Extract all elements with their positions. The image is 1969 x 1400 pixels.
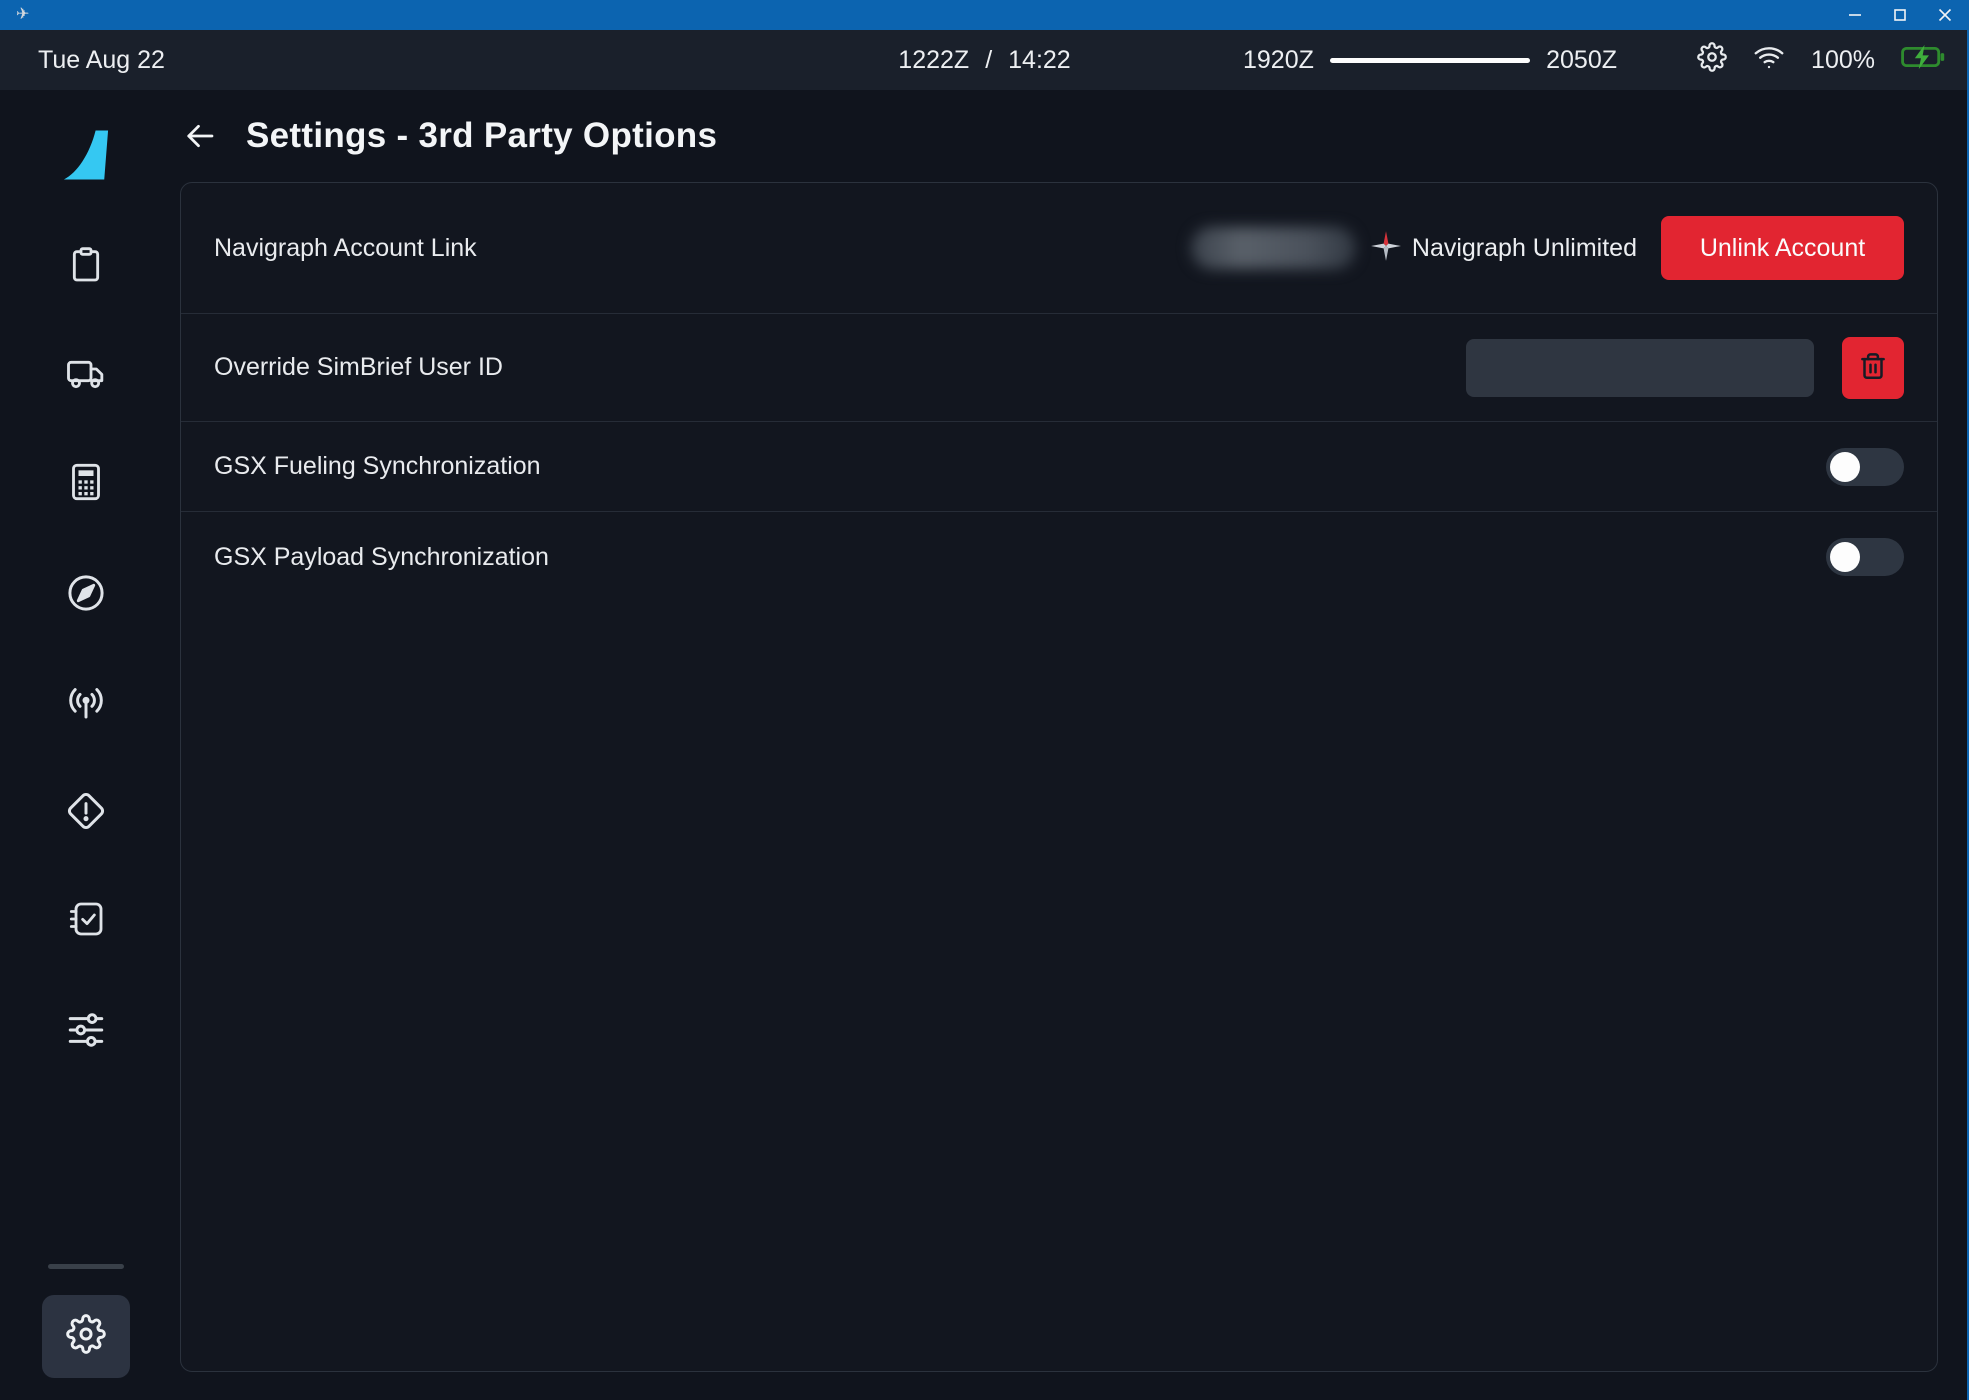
row-gsx-fueling: GSX Fueling Synchronization xyxy=(181,422,1937,512)
gsx-fueling-toggle[interactable] xyxy=(1826,448,1904,486)
flight-progress-bar xyxy=(1330,58,1530,63)
local-time: 14:22 xyxy=(1008,46,1071,74)
notebook-check-icon xyxy=(66,899,106,939)
departure-time: 1920Z xyxy=(1243,46,1314,75)
flight-progress: 1920Z 2050Z xyxy=(1243,30,1617,90)
back-button[interactable] xyxy=(180,116,220,156)
app-icon: ✈ xyxy=(16,4,29,26)
alert-diamond-icon xyxy=(65,790,107,832)
gsx-payload-toggle[interactable] xyxy=(1826,538,1904,576)
sidebar-item-ground-services[interactable] xyxy=(64,352,108,396)
row-label: Override SimBrief User ID xyxy=(214,353,503,382)
row-gsx-payload: GSX Payload Synchronization xyxy=(181,512,1937,602)
compass-icon xyxy=(65,572,107,614)
sidebar-item-navigation[interactable] xyxy=(64,571,108,615)
row-label: Navigraph Account Link xyxy=(214,234,477,263)
sidebar-item-checklist[interactable] xyxy=(64,897,108,941)
gear-icon xyxy=(66,1314,106,1359)
sidebar-divider xyxy=(48,1264,124,1269)
broadcast-icon xyxy=(65,682,107,724)
app-window: ✈ Tue Aug 22 1222Z/14:22 1920Z 2050Z xyxy=(0,0,1969,1400)
row-label: GSX Fueling Synchronization xyxy=(214,452,541,481)
minimize-button[interactable] xyxy=(1832,0,1877,30)
gear-icon[interactable] xyxy=(1697,42,1727,79)
trash-icon xyxy=(1858,351,1888,384)
clear-simbrief-button[interactable] xyxy=(1842,337,1904,399)
sidebar-item-flight-plan[interactable] xyxy=(64,243,108,287)
battery-charging-icon xyxy=(1901,44,1945,77)
arrival-time: 2050Z xyxy=(1546,46,1617,75)
unlink-account-button[interactable]: Unlink Account xyxy=(1661,216,1904,280)
airline-tail-logo xyxy=(62,127,110,183)
navigraph-logo-icon xyxy=(1370,230,1402,267)
time-separator: / xyxy=(985,46,992,74)
titlebar[interactable]: ✈ xyxy=(0,0,1969,30)
sidebar-item-radio[interactable] xyxy=(64,681,108,725)
toggle-knob xyxy=(1830,542,1860,572)
simbrief-id-input[interactable] xyxy=(1466,339,1814,397)
sidebar-item-performance[interactable] xyxy=(64,460,108,504)
wifi-icon xyxy=(1753,42,1785,79)
close-button[interactable] xyxy=(1922,0,1967,30)
page-title: Settings - 3rd Party Options xyxy=(246,116,717,156)
sliders-icon xyxy=(65,1009,107,1051)
clipboard-icon xyxy=(66,245,106,285)
row-navigraph-account: Navigraph Account Link Navigraph Unlimit… xyxy=(181,183,1937,314)
sidebar-item-failures[interactable] xyxy=(64,789,108,833)
battery-percent: 100% xyxy=(1811,46,1875,75)
simbrief-controls xyxy=(1466,337,1904,399)
page-header: Settings - 3rd Party Options xyxy=(180,110,717,162)
status-clock: 1222Z / 14:22 xyxy=(0,30,1969,90)
sidebar-item-settings[interactable] xyxy=(42,1295,130,1378)
row-label: GSX Payload Synchronization xyxy=(214,543,549,572)
maximize-button[interactable] xyxy=(1877,0,1922,30)
status-icons: 100% xyxy=(1697,30,1945,90)
sidebar-item-options[interactable] xyxy=(64,1008,108,1052)
zulu-time: 1222Z xyxy=(898,46,969,74)
account-name-blurred xyxy=(1191,227,1356,269)
truck-icon xyxy=(66,354,106,394)
navigraph-account-info: Navigraph Unlimited Unlink Account xyxy=(1191,216,1904,280)
toggle-knob xyxy=(1830,452,1860,482)
window-controls xyxy=(1832,0,1967,30)
status-bar: Tue Aug 22 1222Z/14:22 1920Z 2050Z 100% xyxy=(0,30,1969,90)
calculator-icon xyxy=(66,462,106,502)
settings-panel: Navigraph Account Link Navigraph Unlimit… xyxy=(180,182,1938,1372)
row-simbrief-id: Override SimBrief User ID xyxy=(181,314,1937,422)
account-tier-label: Navigraph Unlimited xyxy=(1412,234,1637,263)
